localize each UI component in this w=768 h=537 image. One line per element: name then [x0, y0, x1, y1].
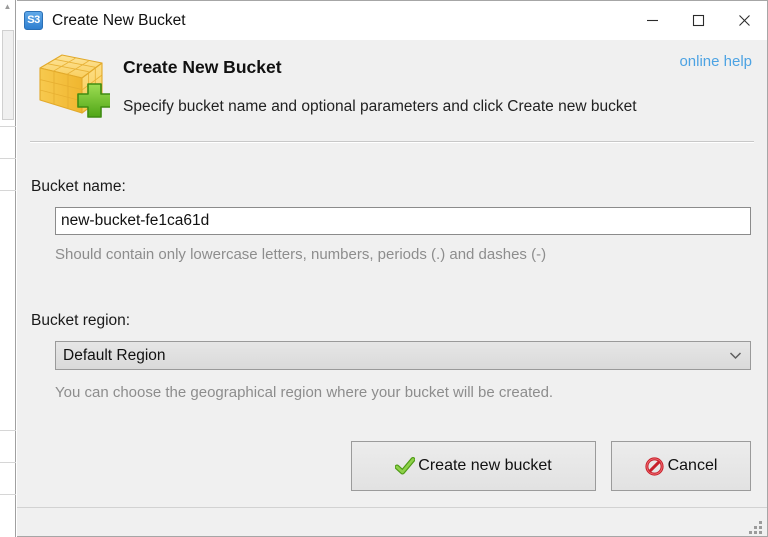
background-scroll-up-icon: ▲	[3, 2, 12, 11]
green-check-icon	[395, 456, 416, 476]
bucket-name-input[interactable]	[55, 207, 751, 235]
create-new-bucket-button[interactable]: Create new bucket	[351, 441, 596, 491]
background-scrollbar	[2, 30, 14, 120]
maximize-button[interactable]	[675, 1, 721, 40]
bucket-add-icon	[39, 54, 110, 118]
bucket-region-select[interactable]: Default Region	[55, 341, 751, 370]
header-title: Create New Bucket	[123, 57, 282, 77]
online-help-link[interactable]: online help	[679, 53, 752, 70]
minimize-icon	[646, 19, 658, 22]
maximize-icon	[692, 14, 704, 27]
bucket-region-label: Bucket region:	[31, 312, 131, 329]
window-title: Create New Bucket	[52, 11, 186, 29]
bucket-name-label: Bucket name:	[31, 178, 126, 195]
header-subtitle: Specify bucket name and optional paramet…	[123, 98, 637, 115]
status-bar	[17, 507, 767, 536]
bucket-region-hint: You can choose the geographical region w…	[55, 384, 554, 401]
chevron-down-icon	[720, 351, 750, 360]
background-window: ▲	[0, 0, 16, 537]
s3-icon: S3	[24, 11, 43, 30]
window-controls	[629, 1, 767, 40]
title-bar: S3 Create New Bucket	[17, 1, 767, 40]
cancel-button[interactable]: Cancel	[611, 441, 751, 491]
dialog-header: Create New Bucket Specify bucket name an…	[17, 40, 767, 141]
close-button[interactable]	[721, 1, 767, 40]
bucket-name-hint: Should contain only lowercase letters, n…	[55, 246, 547, 263]
dialog-body: Bucket name: Should contain only lowerca…	[17, 143, 767, 507]
bucket-region-value: Default Region	[63, 346, 166, 364]
red-prohibition-icon	[645, 456, 665, 476]
close-icon	[738, 15, 750, 26]
resize-grip-icon[interactable]	[749, 520, 763, 534]
minimize-button[interactable]	[629, 1, 675, 40]
create-new-bucket-dialog: S3 Create New Bucket Create New Bucket S…	[17, 0, 768, 537]
create-new-bucket-label: Create new bucket	[418, 457, 552, 474]
cancel-label: Cancel	[667, 457, 718, 474]
